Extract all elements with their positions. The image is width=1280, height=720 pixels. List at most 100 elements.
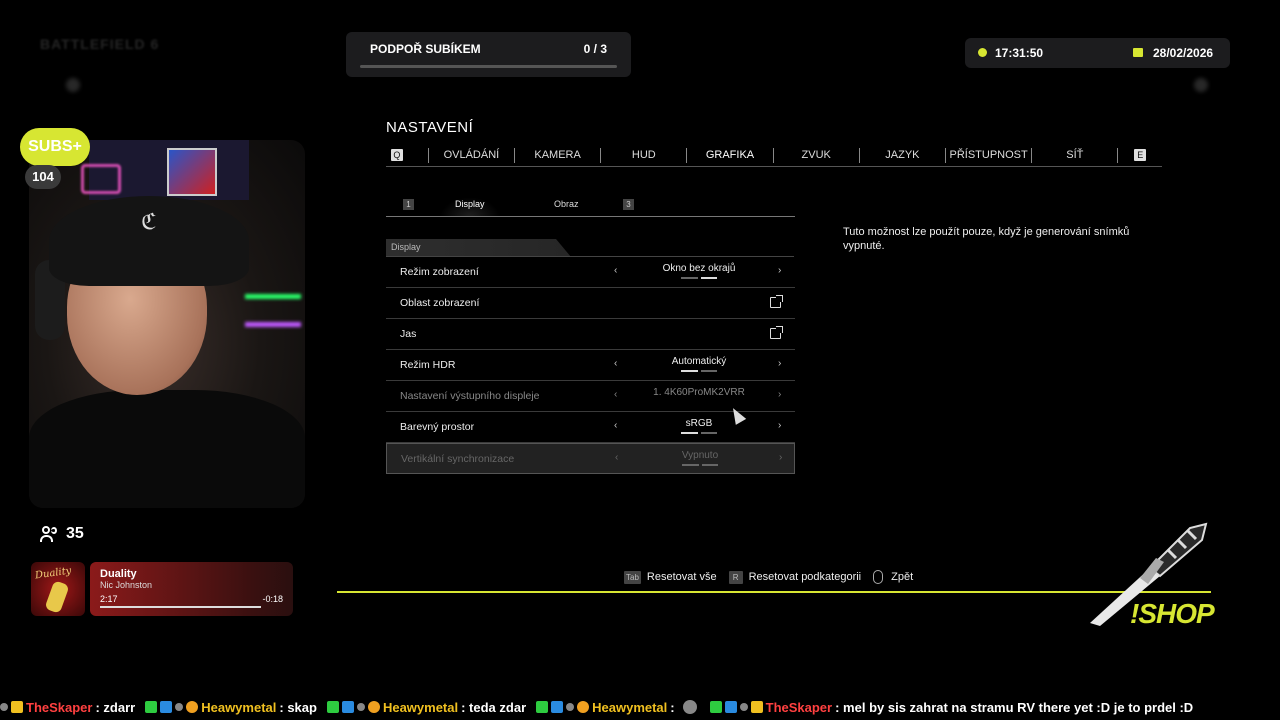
- chevron-right-icon[interactable]: ›: [779, 452, 782, 463]
- chevron-left-icon[interactable]: ‹: [614, 265, 617, 276]
- setting-label: Oblast zobrazení: [400, 297, 480, 309]
- subs-count: 104: [25, 165, 61, 189]
- setting-display-mode[interactable]: Režim zobrazení ‹ Okno bez okrajů ›: [386, 257, 795, 288]
- tab-prev-key[interactable]: Q: [390, 149, 403, 161]
- gear-icon: [0, 703, 8, 711]
- hint-label: Resetovat vše: [646, 571, 717, 583]
- tab-kamera[interactable]: KAMERA: [515, 146, 600, 164]
- chevron-left-icon[interactable]: ‹: [615, 452, 618, 463]
- external-link-icon[interactable]: [770, 295, 783, 308]
- subs-badge: SUBS+: [20, 128, 90, 166]
- chat-text: :: [670, 699, 675, 715]
- setting-value: sRGB: [685, 418, 713, 429]
- setting-vsync[interactable]: Vertikální synchronizace ‹ Vypnuto ›: [386, 443, 795, 474]
- chevron-right-icon[interactable]: ›: [778, 389, 781, 400]
- setting-description: Tuto možnost lze použít pouze, když je g…: [843, 226, 1130, 252]
- control-hints: Tab Resetovat vše R Resetovat podkategor…: [624, 570, 925, 584]
- chevron-right-icon[interactable]: ›: [778, 420, 781, 431]
- chevron-left-icon[interactable]: ‹: [614, 358, 617, 369]
- track-progress-bar: [100, 606, 261, 608]
- subtab-next-key[interactable]: 3: [623, 199, 634, 210]
- option-indicator: [682, 464, 718, 466]
- background-dot-icon: [1194, 78, 1208, 92]
- setting-value: Okno bez okrajů: [662, 263, 736, 274]
- external-link-icon[interactable]: [770, 326, 783, 339]
- setting-value: 1. 4K60ProMK2VRR: [653, 387, 745, 398]
- gear-icon: [175, 703, 184, 711]
- chevron-left-icon[interactable]: ‹: [614, 420, 617, 431]
- hint-key: Tab: [624, 570, 641, 584]
- setting-label: Jas: [400, 328, 417, 340]
- hint-reset-all[interactable]: Tab Resetovat vše: [624, 570, 717, 584]
- setting-value: Automatický: [671, 356, 727, 367]
- tab-zvuk[interactable]: ZVUK: [774, 146, 859, 164]
- shop-label: !SHOP: [1130, 598, 1215, 629]
- hint-back[interactable]: Zpět: [873, 570, 913, 584]
- setting-brightness[interactable]: Jas: [386, 319, 795, 350]
- chat-message: TheSkaper : zdarr: [0, 700, 135, 715]
- chevron-right-icon[interactable]: ›: [778, 265, 781, 276]
- cube-icon: [341, 701, 354, 713]
- subtabs: 1 Display Obraz 3: [386, 197, 795, 217]
- clock-time: 17:31:50: [995, 46, 1044, 60]
- chat-username: TheSkaper: [26, 699, 93, 715]
- chat-username: TheSkaper: [765, 699, 833, 715]
- users-icon: [40, 526, 60, 542]
- viewer-count-value: 35: [66, 525, 84, 542]
- emote-icon: [682, 700, 697, 714]
- tab-sit[interactable]: SÍŤ: [1032, 146, 1117, 164]
- crown-icon: [750, 701, 763, 713]
- setting-display-area[interactable]: Oblast zobrazení: [386, 288, 795, 319]
- section-title: Display: [391, 242, 421, 252]
- track-title: Duality: [100, 568, 137, 580]
- cube-icon: [160, 701, 173, 713]
- hint-label: Resetovat podkategorii: [748, 571, 862, 583]
- chat-text: : zdarr: [95, 699, 136, 715]
- gear-icon: [739, 703, 748, 711]
- coin-icon: [186, 701, 199, 713]
- clock-date: 28/02/2026: [1153, 46, 1214, 60]
- album-art-text: Duality: [34, 565, 73, 582]
- setting-label: Vertikální synchronizace: [401, 453, 515, 465]
- option-indicator: [681, 432, 717, 434]
- setting-label: Barevný prostor: [400, 421, 475, 433]
- cube-icon: [551, 701, 564, 713]
- chat-username: Heawymetal: [382, 699, 459, 715]
- now-playing-widget: Duality Duality Nic Johnston 2:17 -0:18: [31, 562, 293, 616]
- track-current-time: 2:17: [100, 594, 118, 604]
- settings-rows: Režim zobrazení ‹ Okno bez okrajů › Obla…: [386, 257, 795, 474]
- sub-goal-count: 0 / 3: [583, 42, 607, 56]
- tab-grafika[interactable]: GRAFIKA: [687, 146, 772, 164]
- subtab-prev-key[interactable]: 1: [403, 199, 414, 210]
- chat-message: Heawymetal : teda zdar: [326, 699, 526, 715]
- clock-widget: 17:31:50 28/02/2026: [965, 38, 1230, 68]
- kick-icon: [709, 701, 722, 713]
- chevron-right-icon[interactable]: ›: [778, 358, 781, 369]
- tab-jazyk[interactable]: JAZYK: [860, 146, 945, 164]
- tab-hud[interactable]: HUD: [601, 146, 686, 164]
- mouse-icon: [873, 570, 884, 584]
- chat-text: : mel by sis zahrat na stramu RV there y…: [835, 699, 1194, 715]
- guitar-icon: [44, 580, 70, 614]
- gear-icon: [566, 703, 575, 711]
- settings-tabs: Q OVLÁDÁNÍ KAMERA HUD GRAFIKA ZVUK JAZYK…: [386, 144, 1162, 167]
- background-game-title: BATTLEFIELD 6: [40, 36, 160, 52]
- option-indicator: [681, 277, 717, 279]
- hint-reset-subcategory[interactable]: R Resetovat podkategorii: [728, 570, 862, 584]
- setting-hdr-mode[interactable]: Režim HDR ‹ Automatický ›: [386, 350, 795, 381]
- subtab-display[interactable]: Display: [455, 199, 485, 209]
- option-indicator: [681, 370, 717, 372]
- hint-key: R: [728, 570, 743, 584]
- setting-label: Režim HDR: [400, 359, 456, 371]
- track-info: Duality Nic Johnston 2:17 -0:18: [90, 562, 293, 616]
- tab-pristupnost[interactable]: PŘÍSTUPNOST: [946, 146, 1031, 164]
- chevron-left-icon[interactable]: ‹: [614, 389, 617, 400]
- calendar-icon: [1133, 48, 1143, 57]
- tab-next-key[interactable]: E: [1134, 149, 1147, 161]
- kick-icon: [145, 701, 158, 713]
- subtab-obraz[interactable]: Obraz: [554, 199, 579, 209]
- background-dot-icon: [66, 78, 80, 92]
- chat-message: Heawymetal : skap: [145, 700, 317, 715]
- tab-ovladani[interactable]: OVLÁDÁNÍ: [429, 146, 514, 164]
- gear-icon: [356, 703, 365, 711]
